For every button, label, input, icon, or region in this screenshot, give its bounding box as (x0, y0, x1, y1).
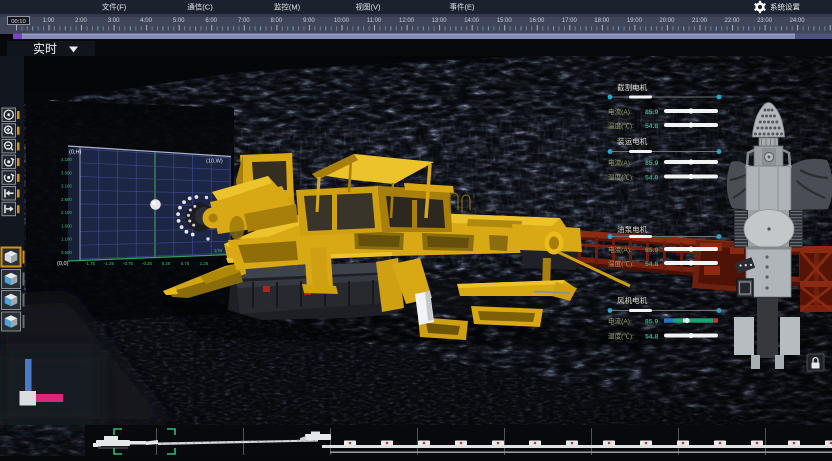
svg-text:13:00: 13:00 (432, 18, 448, 24)
svg-text:5:00: 5:00 (173, 18, 185, 24)
svg-text:电流(A):: 电流(A): (608, 107, 632, 116)
svg-text:17:00: 17:00 (562, 18, 578, 24)
svg-text:16:00: 16:00 (529, 18, 545, 24)
svg-text:电流(A):: 电流(A): (608, 316, 632, 325)
svg-text:-1.75: -1.75 (85, 261, 96, 266)
svg-text:温度(℃):: 温度(℃): (608, 331, 634, 340)
svg-text:21:00: 21:00 (692, 18, 708, 24)
svg-text:15:00: 15:00 (497, 18, 513, 24)
svg-text:-1.25: -1.25 (104, 261, 115, 266)
svg-text:(10,W): (10,W) (206, 159, 223, 165)
svg-text:3.600: 3.600 (61, 170, 72, 175)
svg-text:18:00: 18:00 (594, 18, 610, 24)
svg-text:85.9: 85.9 (645, 318, 658, 325)
svg-text:54.8: 54.8 (645, 123, 658, 130)
svg-text:电流(A):: 电流(A): (608, 245, 632, 254)
svg-text:23:00: 23:00 (757, 18, 773, 24)
svg-text:1.600: 1.600 (61, 223, 72, 228)
svg-text:系统设置: 系统设置 (770, 2, 800, 12)
svg-text:-0.25: -0.25 (142, 261, 153, 266)
svg-text:85.9: 85.9 (645, 247, 658, 254)
svg-text:2.100: 2.100 (61, 210, 72, 215)
svg-text:4.100: 4.100 (61, 157, 72, 162)
svg-text:0.600: 0.600 (61, 250, 72, 255)
svg-text:(0,0): (0,0) (57, 261, 69, 267)
svg-text:85.9: 85.9 (645, 160, 658, 167)
svg-text:2:00: 2:00 (75, 18, 87, 24)
svg-text:19:00: 19:00 (627, 18, 643, 24)
svg-text:截割电机: 截割电机 (617, 82, 648, 92)
svg-text:温度(℃):: 温度(℃): (608, 172, 634, 181)
svg-text:文件(F): 文件(F) (102, 2, 127, 12)
svg-text:视图(V): 视图(V) (356, 2, 381, 12)
svg-text:22:00: 22:00 (724, 18, 740, 24)
svg-text:54.8: 54.8 (645, 174, 658, 181)
svg-text:油泵电机: 油泵电机 (617, 224, 648, 234)
svg-text:电流(A):: 电流(A): (608, 158, 632, 167)
svg-text:温度(℃):: 温度(℃): (608, 259, 634, 268)
svg-text:24:00: 24:00 (790, 18, 806, 24)
svg-text:54.8: 54.8 (645, 261, 658, 268)
svg-text:1.25: 1.25 (200, 261, 209, 266)
svg-text:12:00: 12:00 (399, 18, 415, 24)
svg-text:20:00: 20:00 (659, 18, 675, 24)
svg-text:4:00: 4:00 (140, 18, 152, 24)
svg-text:1/W: 1/W (214, 248, 223, 253)
svg-text:1:00: 1:00 (43, 18, 55, 24)
svg-text:事件(E): 事件(E) (450, 2, 475, 12)
svg-text:温度(℃):: 温度(℃): (608, 121, 634, 130)
svg-text:2.600: 2.600 (61, 197, 72, 202)
svg-text:装运电机: 装运电机 (617, 136, 648, 146)
svg-text:风机电机: 风机电机 (617, 295, 648, 305)
svg-text:(0,H): (0,H) (69, 150, 82, 156)
svg-text:7:00: 7:00 (238, 18, 250, 24)
svg-text:9:00: 9:00 (303, 18, 315, 24)
svg-text:-0.75: -0.75 (123, 261, 134, 266)
svg-text:3:00: 3:00 (108, 18, 120, 24)
svg-text:监控(M): 监控(M) (274, 2, 301, 12)
svg-text:8:00: 8:00 (270, 18, 282, 24)
svg-text:00:10: 00:10 (11, 19, 26, 25)
svg-text:3.100: 3.100 (61, 184, 72, 189)
svg-text:14:00: 14:00 (464, 18, 480, 24)
svg-text:实时: 实时 (33, 41, 57, 56)
svg-text:54.8: 54.8 (645, 333, 658, 340)
svg-text:0.75: 0.75 (181, 261, 190, 266)
svg-text:6:00: 6:00 (205, 18, 217, 24)
svg-text:通信(C): 通信(C) (187, 2, 213, 12)
svg-text:11:00: 11:00 (367, 18, 382, 24)
svg-text:85.9: 85.9 (645, 109, 658, 116)
svg-text:1.100: 1.100 (61, 237, 72, 242)
svg-text:10:00: 10:00 (334, 18, 350, 24)
svg-text:0.25: 0.25 (162, 261, 171, 266)
